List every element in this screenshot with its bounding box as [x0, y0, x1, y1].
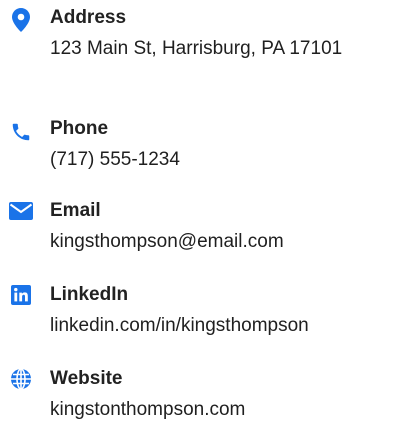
globe-icon [8, 366, 34, 392]
contact-item-website: Website kingstonthompson.com [0, 368, 396, 422]
contact-item-phone: Phone (717) 555-1234 [0, 118, 396, 178]
linkedin-icon [8, 282, 34, 308]
map-pin-icon [8, 7, 34, 33]
contact-label-phone: Phone [50, 118, 109, 139]
contact-label-website: Website [50, 368, 123, 389]
contact-item-linkedin: LinkedIn linkedin.com/in/kingsthompson [0, 284, 396, 346]
contact-label-linkedin: LinkedIn [50, 284, 129, 305]
contact-value-website: kingstonthompson.com [50, 399, 246, 420]
contact-value-linkedin: linkedin.com/in/kingsthompson [50, 315, 309, 336]
contact-item-address: Address 123 Main St, Harrisburg, PA 1710… [0, 7, 396, 102]
contact-value-email: kingsthompson@email.com [50, 231, 284, 252]
contact-list: Address 123 Main St, Harrisburg, PA 1710… [0, 0, 396, 422]
contact-value-phone: (717) 555-1234 [50, 149, 180, 170]
phone-icon [8, 119, 34, 145]
contact-value-address: 123 Main St, Harrisburg, PA 17101 [50, 38, 343, 59]
contact-label-address: Address [50, 7, 127, 28]
envelope-icon [8, 198, 34, 224]
contact-item-email: Email kingsthompson@email.com [0, 200, 396, 262]
contact-label-email: Email [50, 200, 101, 221]
